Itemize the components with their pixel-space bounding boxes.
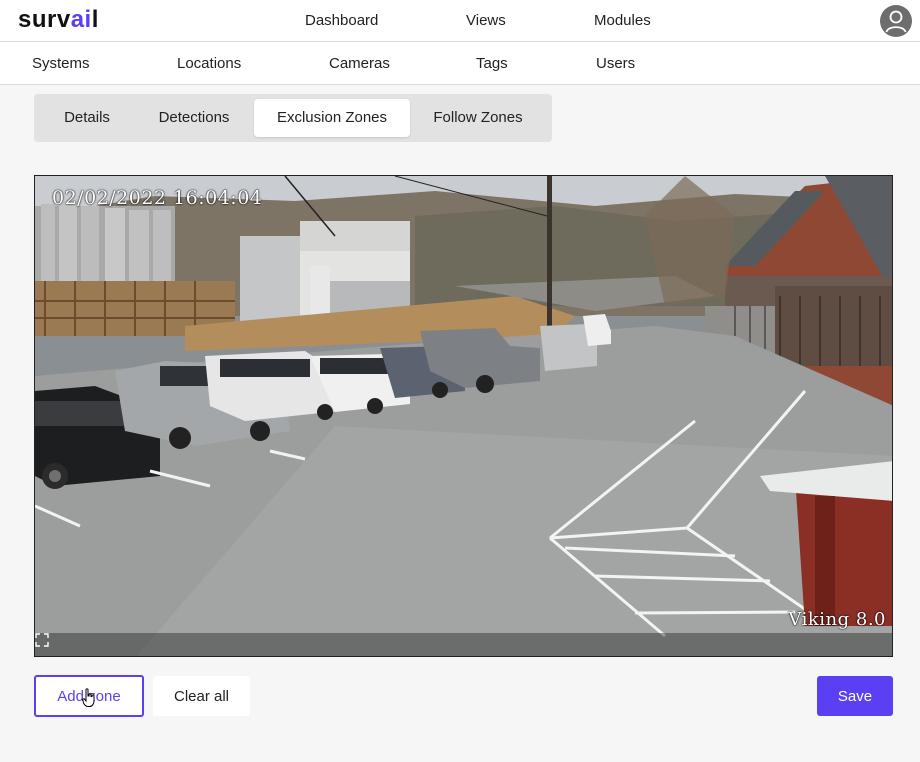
camera-image (35, 176, 892, 656)
nav-modules[interactable]: Modules (594, 12, 651, 29)
subnav-users[interactable]: Users (596, 55, 635, 72)
clear-all-button[interactable]: Clear all (153, 676, 250, 716)
camera-controls-bar (35, 633, 892, 656)
tab-detections[interactable]: Detections (142, 99, 246, 137)
top-navbar: survail Dashboard Views Modules (0, 0, 920, 42)
camera-overlay-label: Viking 8.0 (788, 609, 886, 630)
add-zone-button[interactable]: Add zone (34, 675, 144, 717)
logo-text-accent: ai (70, 6, 92, 33)
logo-text-3: l (91, 6, 99, 33)
user-avatar-icon[interactable] (880, 5, 912, 37)
subnav-systems[interactable]: Systems (32, 55, 90, 72)
save-button[interactable]: Save (817, 676, 893, 716)
nav-dashboard[interactable]: Dashboard (305, 12, 378, 29)
logo[interactable]: survail (18, 6, 99, 34)
camera-feed[interactable]: 02/02/2022 16:04:04 Viking 8.0 (34, 175, 893, 657)
tab-details[interactable]: Details (40, 99, 134, 137)
fullscreen-icon[interactable] (35, 633, 49, 647)
tab-exclusion-zones[interactable]: Exclusion Zones (254, 99, 410, 137)
camera-timestamp: 02/02/2022 16:04:04 (52, 187, 263, 209)
nav-views[interactable]: Views (466, 12, 506, 29)
subnav-cameras[interactable]: Cameras (329, 55, 390, 72)
camera-tabs: Details Detections Exclusion Zones Follo… (34, 94, 552, 142)
tab-follow-zones[interactable]: Follow Zones (418, 99, 538, 137)
subnav-locations[interactable]: Locations (177, 55, 241, 72)
logo-text-1: surv (18, 6, 71, 33)
subnav-tags[interactable]: Tags (476, 55, 508, 72)
sub-navbar: Systems Locations Cameras Tags Users (0, 42, 920, 85)
